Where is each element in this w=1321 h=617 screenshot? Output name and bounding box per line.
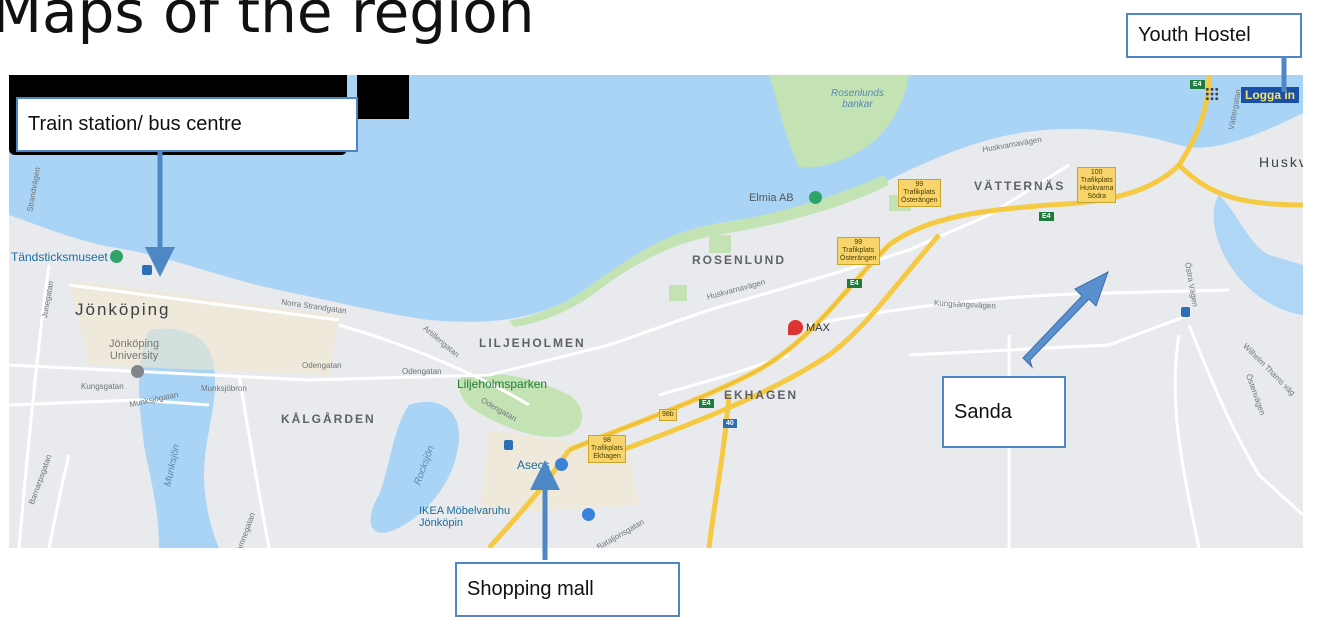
callout-youth-hostel: Youth Hostel xyxy=(1126,13,1302,58)
callout-shopping-mall: Shopping mall xyxy=(455,562,680,617)
callout-sanda: Sanda xyxy=(942,376,1066,448)
callout-train-station-text: Train station/ bus centre xyxy=(28,113,242,135)
annotation-arrows xyxy=(145,56,1287,560)
callout-train-station: Train station/ bus centre xyxy=(16,97,358,152)
callout-sanda-text: Sanda xyxy=(954,400,1012,423)
callout-youth-hostel-text: Youth Hostel xyxy=(1138,24,1251,46)
arrow-sanda xyxy=(1022,270,1109,369)
callout-shopping-mall-text: Shopping mall xyxy=(467,578,594,600)
